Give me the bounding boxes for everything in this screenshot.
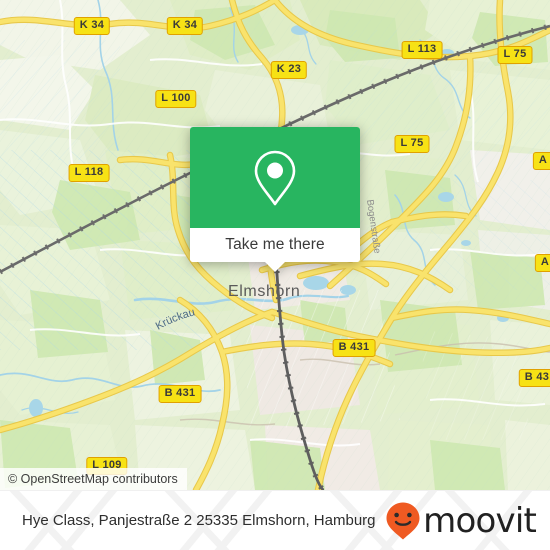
road-shield: B 43 xyxy=(518,369,550,387)
location-address: Hye Class, Panjestraße 2 25335 Elmshorn,… xyxy=(22,512,376,529)
road-shield: K 34 xyxy=(166,17,204,35)
road-shield: K 23 xyxy=(270,61,308,79)
popup-card-body[interactable]: Take me there xyxy=(190,127,360,262)
map-label-city: Elmshorn xyxy=(228,283,300,300)
osm-attribution[interactable]: © OpenStreetMap contributors xyxy=(0,468,187,490)
road-shield: K 34 xyxy=(73,17,111,35)
take-me-there-popup[interactable]: Take me there xyxy=(190,127,360,272)
road-shield: B 431 xyxy=(332,339,376,357)
moovit-wordmark: moovit xyxy=(423,500,537,541)
moovit-pin-smile-icon xyxy=(386,502,420,539)
road-shield: L 75 xyxy=(497,46,533,64)
road-shield: L 75 xyxy=(394,135,430,153)
road-shield: L 118 xyxy=(68,164,110,182)
road-shield: A xyxy=(532,152,550,170)
popup-card-header xyxy=(190,127,360,228)
map-pin-icon xyxy=(254,150,296,205)
road-shield: L 113 xyxy=(401,41,443,59)
footer-bar: Hye Class, Panjestraße 2 25335 Elmshorn,… xyxy=(0,490,550,550)
road-shield: B 431 xyxy=(158,385,202,403)
popup-card-pointer xyxy=(264,261,286,272)
popup-card-action[interactable]: Take me there xyxy=(190,228,360,262)
road-shield: A xyxy=(534,254,550,272)
moovit-logo[interactable]: moovit xyxy=(384,500,537,541)
moovit-map-screenshot: Elmshorn Krückau Bogenstraße K 34 K 34 K 2… xyxy=(0,0,550,550)
take-me-there-label: Take me there xyxy=(225,236,325,253)
road-shield: L 100 xyxy=(155,90,197,108)
